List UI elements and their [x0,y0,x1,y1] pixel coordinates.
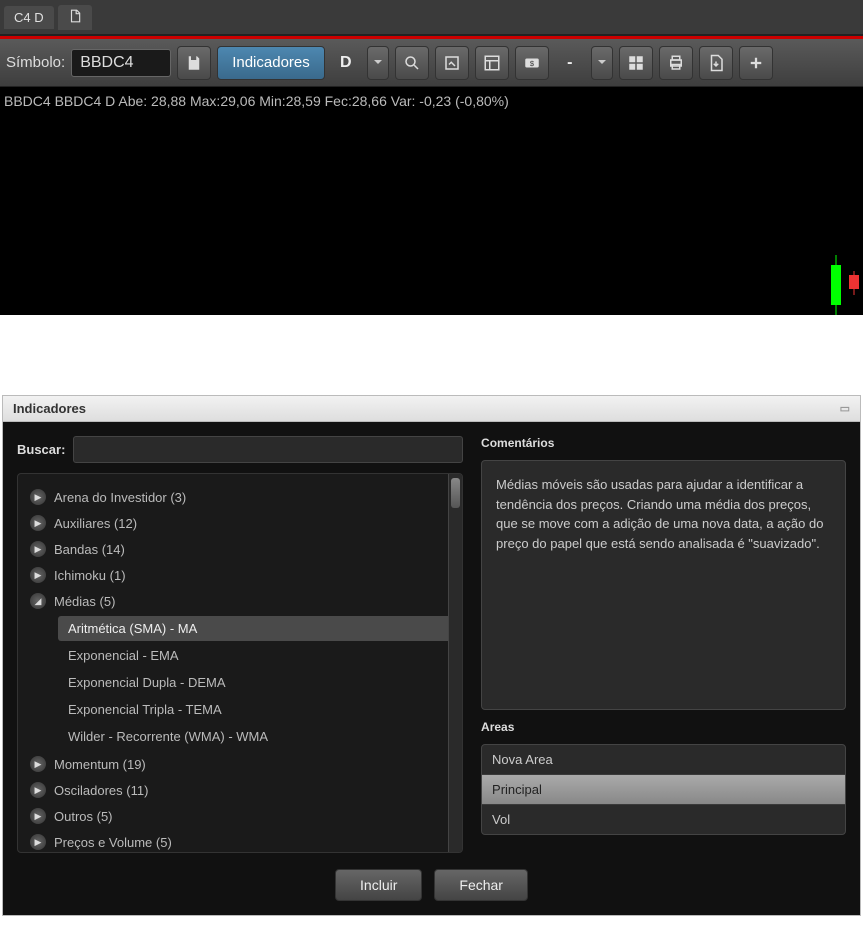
interval-button[interactable]: D [331,46,361,80]
category-label: Arena do Investidor (3) [54,490,186,505]
expand-icon[interactable]: ▶ [30,834,46,850]
dash-button[interactable]: - [555,46,585,80]
add-button[interactable] [739,46,773,80]
expand-icon[interactable]: ▶ [30,515,46,531]
search-label: Buscar: [17,442,65,457]
chart-info: BBDC4 BBDC4 D Abe: 28,88 Max:29,06 Min:2… [0,87,863,115]
tree-leaf[interactable]: Exponencial - EMA [58,643,456,668]
minimize-icon[interactable]: ▭ [840,402,850,415]
tree-leaf[interactable]: Exponencial Dupla - DEMA [58,670,456,695]
tree-category[interactable]: ▶ Momentum (19) [24,751,456,777]
collapse-icon[interactable]: ◢ [30,593,46,609]
category-label: Outros (5) [54,809,113,824]
category-label: Bandas (14) [54,542,125,557]
area-item[interactable]: Principal [482,775,845,805]
category-label: Osciladores (11) [54,783,148,798]
chevron-down-icon [373,54,383,71]
symbol-input[interactable] [71,49,171,77]
symbol-label: Símbolo: [6,54,65,71]
chart-canvas[interactable] [0,115,863,315]
areas-label: Areas [481,720,846,734]
print-button[interactable] [659,46,693,80]
category-label: Ichimoku (1) [54,568,126,583]
tree-leaf[interactable]: Wilder - Recorrente (WMA) - WMA [58,724,456,749]
category-label: Auxiliares (12) [54,516,137,531]
document-icon [68,9,82,26]
scrollbar[interactable] [448,474,462,852]
toolbar: Símbolo: Indicadores D $ - [0,39,863,87]
dialog-title: Indicadores [13,401,86,416]
tree-category[interactable]: ▶ Ichimoku (1) [24,562,456,588]
category-label: Momentum (19) [54,757,146,772]
dialog-titlebar[interactable]: Indicadores ▭ [3,396,860,422]
include-button[interactable]: Incluir [335,869,422,901]
tree-category[interactable]: ▶ Preços e Volume (5) [24,829,456,853]
chart-tab[interactable]: C4 D [4,6,54,29]
expand-icon[interactable]: ▶ [30,567,46,583]
new-tab[interactable] [58,5,92,30]
save-button[interactable] [177,46,211,80]
category-label: Preços e Volume (5) [54,835,172,850]
tree-category[interactable]: ▶ Auxiliares (12) [24,510,456,536]
tree-leaf[interactable]: Aritmética (SMA) - MA [58,616,456,641]
comments-label: Comentários [481,436,846,450]
indicators-button[interactable]: Indicadores [217,46,325,80]
gap [0,315,863,395]
tree-category[interactable]: ▶ Arena do Investidor (3) [24,484,456,510]
edit-button[interactable] [435,46,469,80]
category-label: Médias (5) [54,594,115,609]
tree-category[interactable]: ▶ Bandas (14) [24,536,456,562]
areas-list: Nova AreaPrincipalVol [481,744,846,835]
money-button[interactable]: $ [515,46,549,80]
interval-dropdown[interactable] [367,46,389,80]
comments-text: Médias móveis são usadas para ajudar a i… [481,460,846,710]
search-input[interactable] [73,436,463,463]
indicators-dialog: Indicadores ▭ Buscar: ▶ Arena do Investid… [2,395,861,916]
tab-label: C4 D [14,10,44,25]
expand-icon[interactable]: ▶ [30,756,46,772]
tree-leaf[interactable]: Exponencial Tripla - TEMA [58,697,456,722]
expand-icon[interactable]: ▶ [30,808,46,824]
zoom-button[interactable] [395,46,429,80]
dash-dropdown[interactable] [591,46,613,80]
grid-button[interactable] [619,46,653,80]
tree-category[interactable]: ◢ Médias (5) [24,588,456,614]
tree-category[interactable]: ▶ Outros (5) [24,803,456,829]
layout-button[interactable] [475,46,509,80]
expand-icon[interactable]: ▶ [30,489,46,505]
expand-icon[interactable]: ▶ [30,541,46,557]
close-button[interactable]: Fechar [434,869,528,901]
area-item[interactable]: Vol [482,805,845,834]
indicators-label: Indicadores [232,54,310,71]
scroll-thumb[interactable] [451,478,460,508]
category-tree: ▶ Arena do Investidor (3) ▶ Auxiliares (12)… [17,473,463,853]
expand-icon[interactable]: ▶ [30,782,46,798]
tab-strip: C4 D [0,0,863,36]
area-item[interactable]: Nova Area [482,745,845,775]
tree-category[interactable]: ▶ Osciladores (11) [24,777,456,803]
chevron-down-icon [597,54,607,71]
export-button[interactable] [699,46,733,80]
